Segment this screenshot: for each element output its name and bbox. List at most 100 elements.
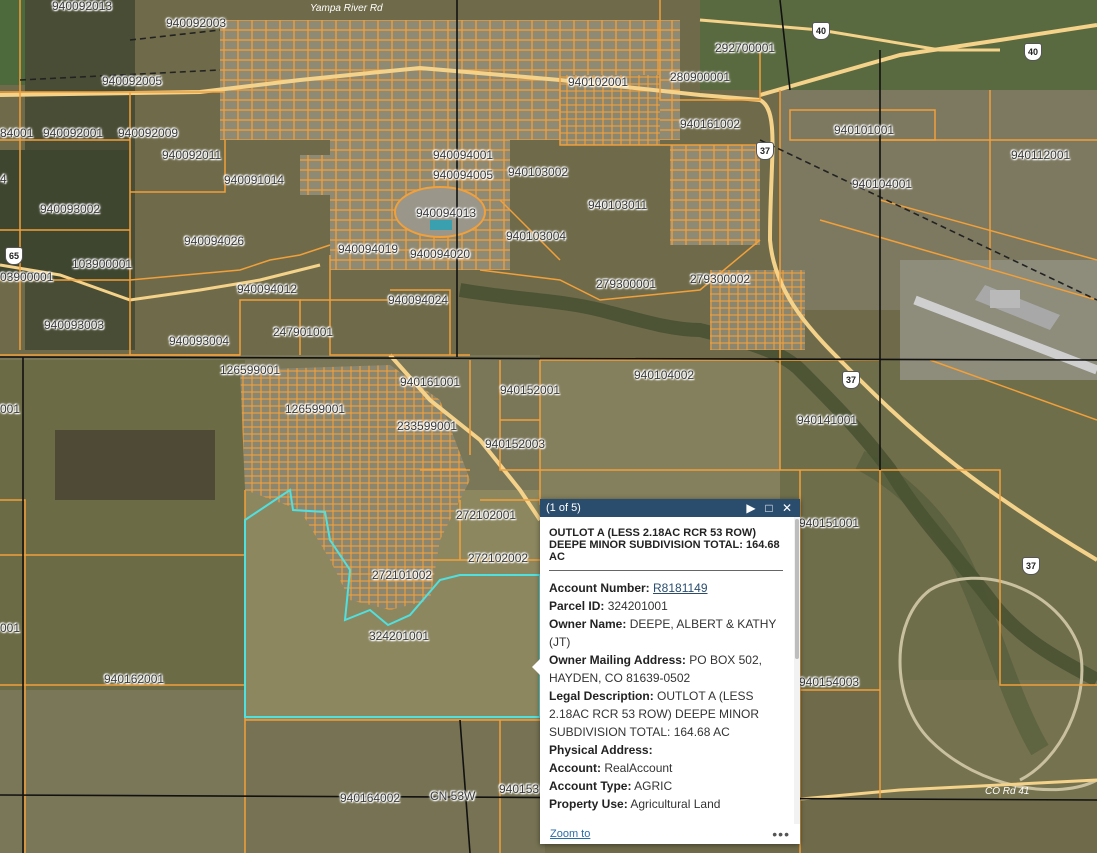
parcel-label: 272102001 [456, 508, 517, 522]
parcel-label: 940094001 [433, 148, 494, 162]
parcel-label: 940094019 [338, 242, 399, 256]
maximize-icon[interactable]: □ [760, 499, 778, 517]
field-account-number: Account Number: R8181149 [549, 579, 783, 597]
parcel-label: 940093003 [44, 318, 105, 332]
parcel-label: 940103004 [506, 229, 567, 243]
parcel-label: 940094024 [388, 293, 449, 307]
field-label: Account: [549, 761, 601, 775]
parcel-label: 940093004 [169, 334, 230, 348]
popup-feature-count: (1 of 5) [546, 502, 581, 514]
parcel-label: 940094020 [410, 247, 471, 261]
parcel-label: 940103002 [508, 165, 569, 179]
highway-shield: 37 [1022, 557, 1040, 575]
parcel-label: 940161001 [400, 375, 461, 389]
field-account-type: Account Type: AGRIC [549, 777, 783, 795]
field-physical-address: Physical Address: [549, 741, 783, 759]
parcel-label: 940092005 [102, 74, 163, 88]
next-feature-icon[interactable]: ▶ [742, 499, 760, 517]
parcel-label: 233599001 [397, 419, 458, 433]
parcel-label: 001 [0, 402, 21, 416]
parcel-label: 940092003 [166, 16, 227, 30]
parcel-label: 940092009 [118, 126, 179, 140]
parcel-label: 940141001 [797, 413, 858, 427]
parcel-label: 940092011 [162, 148, 222, 162]
parcel-label: 940112001 [1011, 148, 1071, 162]
popup-body: OUTLOT A (LESS 2.18AC RCR 53 ROW) DEEPE … [540, 517, 792, 824]
popup-scrollbar[interactable] [794, 517, 800, 824]
field-value: Agricultural Land [630, 797, 721, 811]
parcel-label: 126599001 [220, 363, 281, 377]
parcel-label: 940164002 [340, 791, 401, 805]
popup-footer: Zoom to ••• [540, 824, 800, 844]
field-account: Account: RealAccount [549, 759, 783, 777]
field-legal-description: Legal Description: OUTLOT A (LESS 2.18AC… [549, 687, 783, 741]
field-property-use: Property Use: Agricultural Land [549, 795, 783, 813]
popup-title: OUTLOT A (LESS 2.18AC RCR 53 ROW) DEEPE … [549, 527, 783, 571]
parcel-label: 292700001 [715, 41, 776, 55]
highway-shield: 40 [812, 22, 830, 40]
field-value: RealAccount [604, 761, 673, 775]
field-label: Property Use: [549, 797, 628, 811]
field-parcel-id: Parcel ID: 324201001 [549, 597, 783, 615]
field-label: Account Number: [549, 581, 650, 595]
parcel-label: 126599001 [285, 402, 346, 416]
parcel-label: 940151001 [799, 516, 860, 530]
parcel-label: 940152001 [500, 383, 561, 397]
parcel-label: 940154003 [799, 675, 860, 689]
parcel-label: 940092013 [52, 0, 113, 13]
parcel-label: 940094005 [433, 168, 494, 182]
parcel-label: 279300002 [690, 272, 751, 286]
highway-shield: 37 [756, 142, 774, 160]
parcel-label: 940152003 [485, 437, 546, 451]
parcel-label: 940091014 [224, 173, 285, 187]
parcel-label: 940153 [499, 782, 540, 796]
parcel-label: 940102001 [568, 75, 629, 89]
field-label: Owner Name: [549, 617, 627, 631]
road-name: CO Rd 41 [985, 786, 1030, 797]
parcel-label: 940162001 [104, 672, 165, 686]
road-name: Yampa River Rd [310, 3, 383, 14]
parcel-label: 940094012 [237, 282, 298, 296]
highway-shield: 40 [1024, 43, 1042, 61]
parcel-label: 940094013 [416, 206, 477, 220]
parcel-label: 940092001 [43, 126, 104, 140]
field-label: Physical Address: [549, 743, 653, 757]
parcel-label: 03900001 [0, 270, 54, 284]
parcel-label: 84001 [0, 126, 34, 140]
parcel-label: 324201001 [369, 629, 430, 643]
parcel-label: 940093002 [40, 202, 101, 216]
highway-shield: 37 [842, 371, 860, 389]
parcel-label: 280900001 [670, 70, 731, 84]
popup-header: (1 of 5) ▶ □ ✕ [540, 499, 800, 517]
more-options-icon[interactable]: ••• [772, 826, 790, 842]
field-label: Account Type: [549, 779, 632, 793]
field-owner-address: Owner Mailing Address: PO BOX 502, HAYDE… [549, 651, 783, 687]
field-label: Parcel ID: [549, 599, 605, 613]
parcel-label: 940161002 [680, 117, 741, 131]
parcel-label: 940104002 [634, 368, 695, 382]
parcel-label: 940101001 [834, 123, 895, 137]
close-icon[interactable]: ✕ [778, 499, 796, 517]
parcel-label: 940103011 [588, 198, 648, 212]
zoom-to-link[interactable]: Zoom to [550, 828, 772, 840]
parcel-label: 4 [0, 172, 7, 186]
parcel-label: 103900001 [72, 257, 133, 271]
account-number-link[interactable]: R8181149 [653, 581, 708, 595]
field-value: 324201001 [607, 599, 668, 613]
road-name: CN 53W [430, 789, 476, 803]
parcel-label: 279300001 [596, 277, 657, 291]
parcel-label: 272102002 [468, 551, 529, 565]
parcel-popup: (1 of 5) ▶ □ ✕ OUTLOT A (LESS 2.18AC RCR… [532, 499, 800, 844]
parcel-label: 001 [0, 621, 21, 635]
field-label: Legal Description: [549, 689, 654, 703]
field-owner-name: Owner Name: DEEPE, ALBERT & KATHY (JT) [549, 615, 783, 651]
parcel-label: 272101002 [372, 568, 433, 582]
popup-pointer [532, 659, 540, 675]
parcel-label: 247901001 [273, 325, 334, 339]
scrollbar-thumb[interactable] [795, 519, 799, 659]
field-label: Owner Mailing Address: [549, 653, 686, 667]
parcel-label: 940104001 [852, 177, 913, 191]
highway-shield: 65 [5, 247, 23, 265]
field-value: AGRIC [634, 779, 673, 793]
parcel-label: 940094026 [184, 234, 245, 248]
